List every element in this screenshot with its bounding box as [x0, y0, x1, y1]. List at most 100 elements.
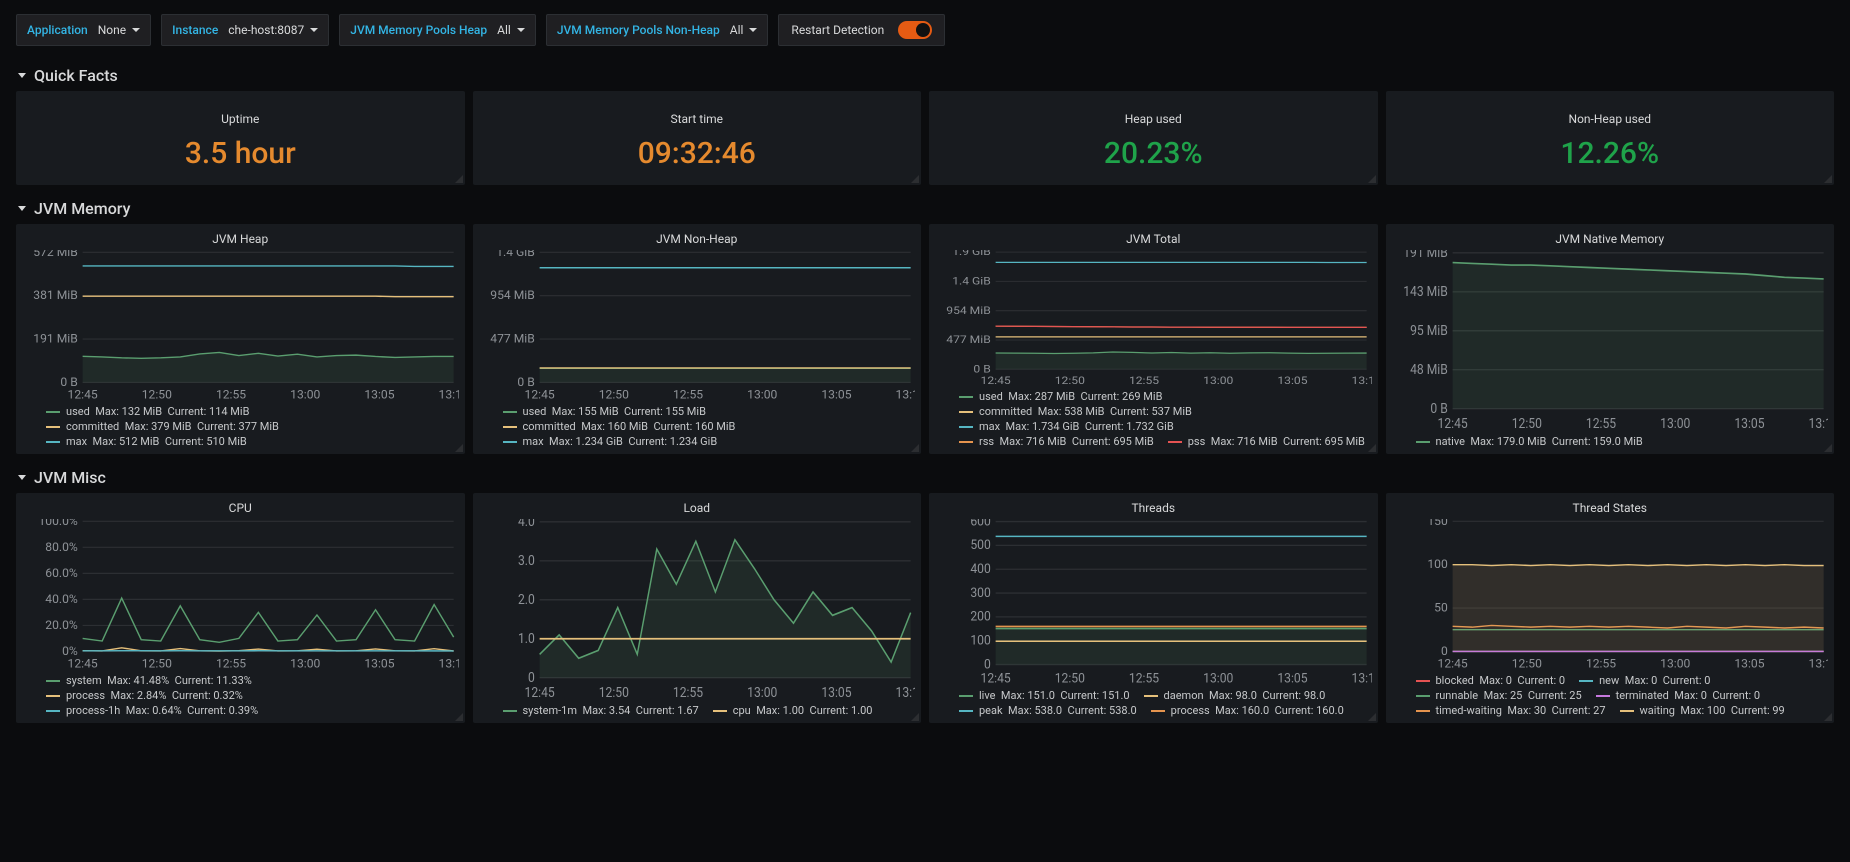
- svg-text:13:00: 13:00: [290, 657, 320, 670]
- legend-color-icon: [46, 695, 60, 697]
- legend-color-icon: [503, 411, 517, 413]
- stat-panel-heap-used[interactable]: Heap used20.23%: [929, 91, 1378, 185]
- resize-handle-icon[interactable]: [1368, 444, 1376, 452]
- legend-item[interactable]: max Max: 1.734 GiB Current: 1.732 GiB: [959, 420, 1174, 433]
- resize-handle-icon[interactable]: [1368, 175, 1376, 183]
- toggle-switch-on[interactable]: [898, 21, 932, 39]
- chart-legend: used Max: 287 MiB Current: 269 MiB commit…: [929, 386, 1378, 454]
- resize-handle-icon[interactable]: [455, 713, 463, 721]
- legend-item[interactable]: max Max: 512 MiB Current: 510 MiB: [46, 435, 247, 448]
- chart-panel-cpu[interactable]: CPU0%20.0%40.0%60.0%80.0%100.0%12:4512:5…: [16, 493, 465, 723]
- legend-item[interactable]: terminated Max: 0 Current: 0: [1596, 689, 1760, 702]
- stat-panel-start-time[interactable]: Start time09:32:46: [473, 91, 922, 185]
- legend-item[interactable]: committed Max: 379 MiB Current: 377 MiB: [46, 420, 279, 433]
- legend-item[interactable]: process-1h Max: 0.64% Current: 0.39%: [46, 704, 258, 717]
- legend-item[interactable]: native Max: 179.0 MiB Current: 159.0 MiB: [1416, 435, 1643, 448]
- chart-panel-threads[interactable]: Threads010020030040050060012:4512:5012:5…: [929, 493, 1378, 723]
- resize-handle-icon[interactable]: [911, 175, 919, 183]
- legend-item[interactable]: cpu Max: 1.00 Current: 1.00: [713, 704, 873, 717]
- chart-panel-jvm_total[interactable]: JVM Total0 B477 MiB954 MiB1.4 GiB1.9 GiB…: [929, 224, 1378, 454]
- legend-item[interactable]: process Max: 2.84% Current: 0.32%: [46, 689, 243, 702]
- legend-item[interactable]: live Max: 151.0 Current: 151.0: [959, 689, 1130, 702]
- legend-text: max Max: 1.234 GiB Current: 1.234 GiB: [523, 435, 718, 448]
- resize-handle-icon[interactable]: [1368, 713, 1376, 721]
- var-label: Application: [27, 23, 88, 37]
- chart-panel-load[interactable]: Load01.02.03.04.012:4512:5012:5513:0013:…: [473, 493, 922, 723]
- svg-text:477 MiB: 477 MiB: [490, 332, 535, 346]
- row-title: JVM Memory: [34, 199, 130, 218]
- resize-handle-icon[interactable]: [455, 444, 463, 452]
- chart-title: Load: [473, 493, 922, 517]
- legend-item[interactable]: pss Max: 716 MiB Current: 695 MiB: [1168, 435, 1365, 448]
- legend-item[interactable]: max Max: 1.234 GiB Current: 1.234 GiB: [503, 435, 718, 448]
- legend-text: used Max: 287 MiB Current: 269 MiB: [979, 390, 1162, 403]
- legend-item[interactable]: timed-waiting Max: 30 Current: 27: [1416, 704, 1606, 717]
- legend-text: committed Max: 538 MiB Current: 537 MiB: [979, 405, 1192, 418]
- svg-text:13:05: 13:05: [1277, 374, 1307, 386]
- svg-text:12:55: 12:55: [672, 685, 702, 700]
- resize-handle-icon[interactable]: [911, 713, 919, 721]
- row-title: Quick Facts: [34, 66, 118, 85]
- legend-item[interactable]: committed Max: 538 MiB Current: 537 MiB: [959, 405, 1192, 418]
- svg-text:3.0: 3.0: [517, 553, 534, 569]
- row-header-quick-facts[interactable]: Quick Facts: [0, 52, 1850, 91]
- chart-panel-thread_states[interactable]: Thread States05010015012:4512:5012:5513:…: [1386, 493, 1835, 723]
- chart-panel-jvm_native[interactable]: JVM Native Memory0 B48 MiB95 MiB143 MiB1…: [1386, 224, 1835, 454]
- legend-item[interactable]: new Max: 0 Current: 0: [1579, 674, 1710, 687]
- legend-color-icon: [1596, 695, 1610, 697]
- legend-item[interactable]: committed Max: 160 MiB Current: 160 MiB: [503, 420, 736, 433]
- legend-item[interactable]: runnable Max: 25 Current: 25: [1416, 689, 1582, 702]
- var-pools-nonheap[interactable]: JVM Memory Pools Non-Heap All: [546, 14, 769, 46]
- restart-label: Restart Detection: [791, 23, 884, 37]
- svg-text:12:50: 12:50: [1511, 416, 1541, 431]
- resize-handle-icon[interactable]: [911, 444, 919, 452]
- legend-item[interactable]: waiting Max: 100 Current: 99: [1620, 704, 1785, 717]
- var-pools-heap[interactable]: JVM Memory Pools Heap All: [339, 14, 536, 46]
- legend-item[interactable]: used Max: 132 MiB Current: 114 MiB: [46, 405, 249, 418]
- legend-color-icon: [503, 426, 517, 428]
- legend-item[interactable]: blocked Max: 0 Current: 0: [1416, 674, 1566, 687]
- legend-item[interactable]: daemon Max: 98.0 Current: 98.0: [1144, 689, 1326, 702]
- resize-handle-icon[interactable]: [1824, 175, 1832, 183]
- legend-item[interactable]: rss Max: 716 MiB Current: 695 MiB: [959, 435, 1154, 448]
- legend-item[interactable]: system-1m Max: 3.54 Current: 1.67: [503, 704, 699, 717]
- chevron-down-icon: [749, 28, 757, 32]
- resize-handle-icon[interactable]: [1824, 713, 1832, 721]
- svg-text:13:10: 13:10: [895, 388, 915, 401]
- legend-color-icon: [1151, 710, 1165, 712]
- legend-color-icon: [46, 680, 60, 682]
- legend-text: pss Max: 716 MiB Current: 695 MiB: [1188, 435, 1365, 448]
- var-value: che-host:8087: [228, 23, 318, 37]
- var-value: All: [497, 23, 525, 37]
- svg-text:13:05: 13:05: [1734, 416, 1764, 431]
- svg-text:0 B: 0 B: [1430, 401, 1447, 417]
- legend-color-icon: [959, 710, 973, 712]
- legend-text: process Max: 160.0 Current: 160.0: [1171, 704, 1344, 717]
- legend-text: cpu Max: 1.00 Current: 1.00: [733, 704, 873, 717]
- chart-panel-jvm_nonheap[interactable]: JVM Non-Heap0 B477 MiB954 MiB1.4 GiB12:4…: [473, 224, 922, 454]
- svg-text:13:05: 13:05: [364, 657, 395, 670]
- var-application[interactable]: Application None: [16, 14, 151, 46]
- legend-item[interactable]: system Max: 41.48% Current: 11.33%: [46, 674, 252, 687]
- row-header-jvm-misc[interactable]: JVM Misc: [0, 454, 1850, 493]
- chart-title: CPU: [16, 493, 465, 517]
- svg-text:12:50: 12:50: [142, 388, 172, 401]
- var-instance[interactable]: Instance che-host:8087: [161, 14, 329, 46]
- legend-color-icon: [46, 710, 60, 712]
- legend-text: new Max: 0 Current: 0: [1599, 674, 1710, 687]
- legend-item[interactable]: used Max: 155 MiB Current: 155 MiB: [503, 405, 706, 418]
- stat-panel-uptime[interactable]: Uptime3.5 hour: [16, 91, 465, 185]
- legend-item[interactable]: process Max: 160.0 Current: 160.0: [1151, 704, 1344, 717]
- legend-color-icon: [959, 411, 973, 413]
- row-header-jvm-memory[interactable]: JVM Memory: [0, 185, 1850, 224]
- resize-handle-icon[interactable]: [1824, 444, 1832, 452]
- legend-color-icon: [1579, 680, 1593, 682]
- legend-item[interactable]: peak Max: 538.0 Current: 538.0: [959, 704, 1137, 717]
- resize-handle-icon[interactable]: [455, 175, 463, 183]
- stat-panel-non-heap-used[interactable]: Non-Heap used12.26%: [1386, 91, 1835, 185]
- chart-legend: blocked Max: 0 Current: 0 new Max: 0 Curr…: [1386, 670, 1835, 723]
- restart-detection-toggle[interactable]: Restart Detection: [778, 14, 945, 46]
- chart-panel-jvm_heap[interactable]: JVM Heap0 B191 MiB381 MiB572 MiB12:4512:…: [16, 224, 465, 454]
- legend-item[interactable]: used Max: 287 MiB Current: 269 MiB: [959, 390, 1162, 403]
- svg-text:12:45: 12:45: [524, 388, 555, 401]
